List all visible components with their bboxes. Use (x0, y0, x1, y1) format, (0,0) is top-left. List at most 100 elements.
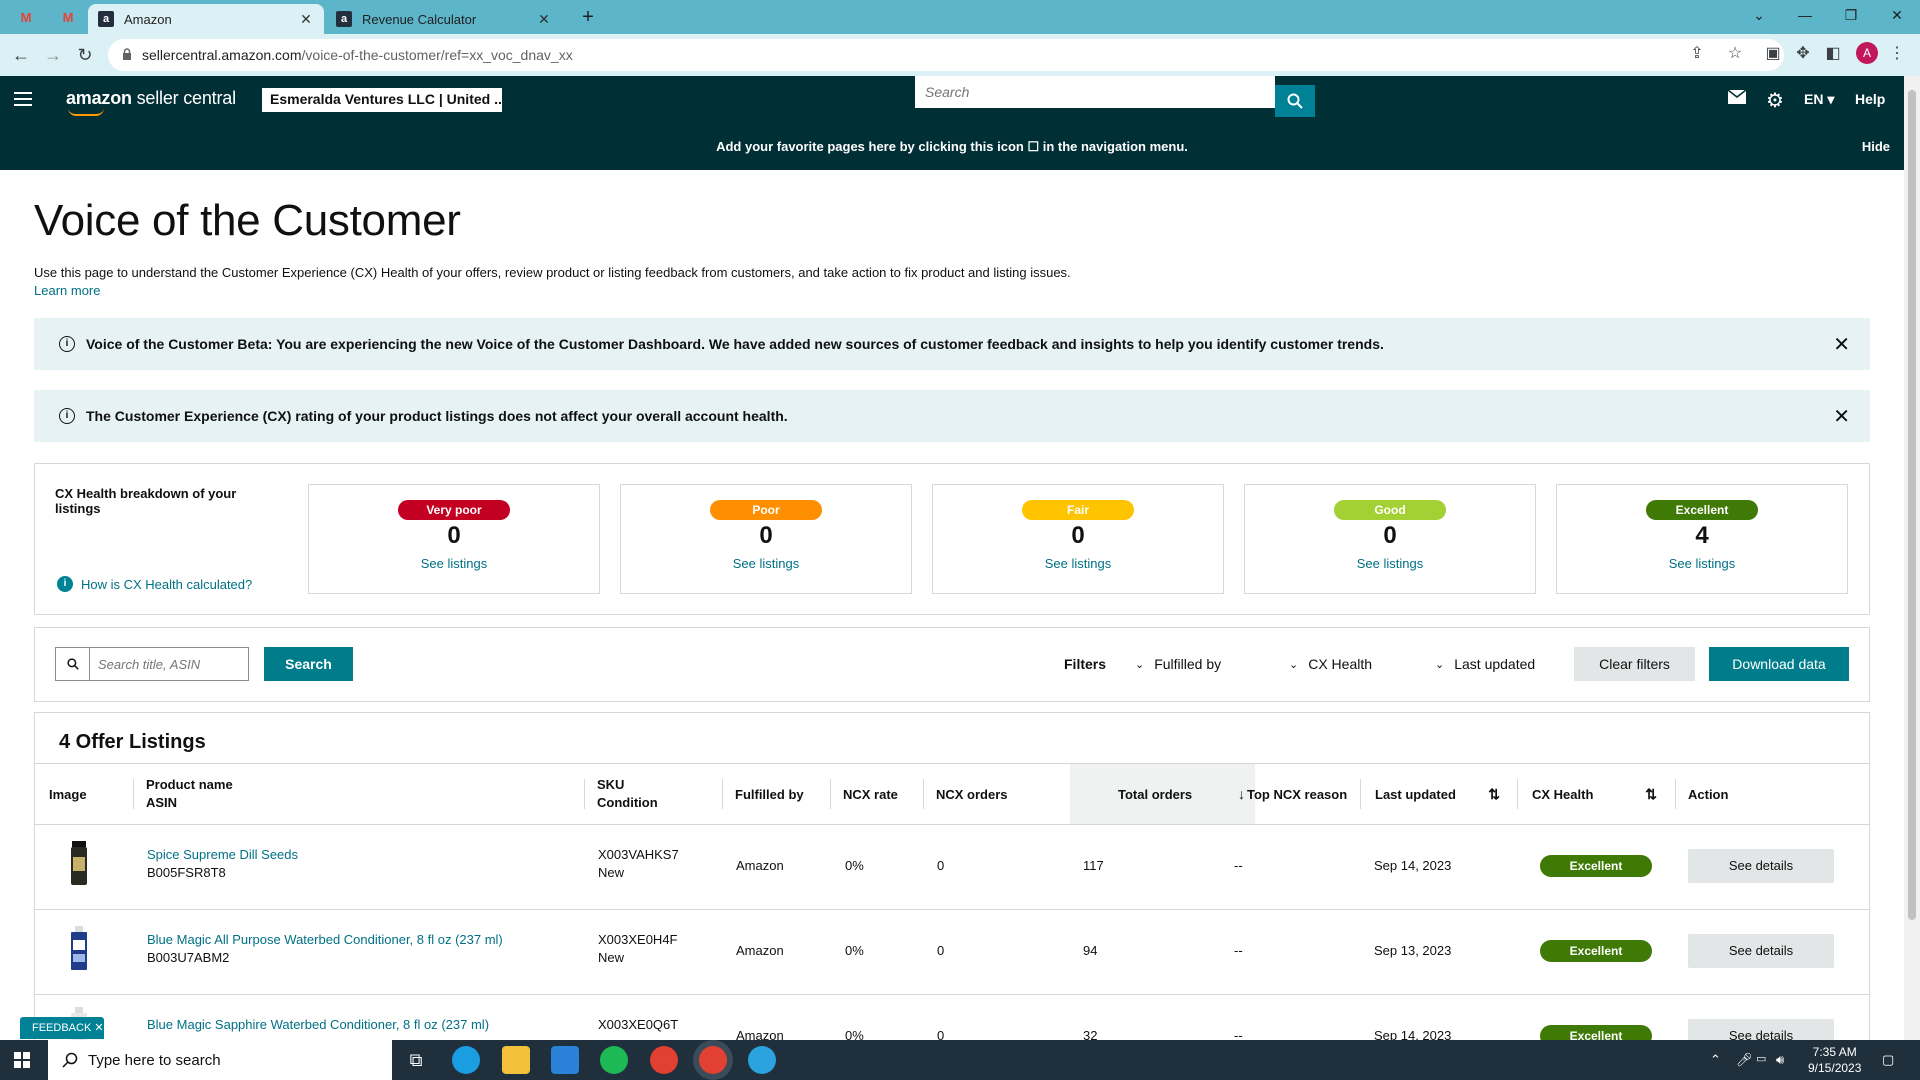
extension-off-icon[interactable]: ▣ (1762, 43, 1784, 65)
fulfilled-by-dropdown[interactable]: ⌄ Fulfilled by (1135, 656, 1221, 672)
cx-count: 0 (1383, 522, 1397, 549)
telegram-icon[interactable] (748, 1046, 776, 1074)
hamburger-menu-icon[interactable] (14, 92, 32, 106)
close-window-button[interactable]: ✕ (1874, 0, 1920, 32)
amazon-favicon-icon: a (336, 11, 352, 27)
close-icon[interactable]: ✕ (1833, 404, 1850, 429)
back-arrow-icon[interactable]: ← (10, 44, 32, 66)
product-image[interactable] (69, 841, 89, 885)
maximize-button[interactable]: ❐ (1828, 0, 1874, 32)
cx-card-fair: Fair 0 See listings (932, 484, 1224, 594)
see-listings-link[interactable]: See listings (1245, 556, 1535, 571)
network-icon[interactable]: ▭ (1756, 1052, 1766, 1065)
spotify-icon[interactable] (600, 1046, 628, 1074)
cx-card-excellent: Excellent 4 See listings (1556, 484, 1848, 594)
column-fulfilled-by: Fulfilled by (722, 779, 804, 809)
notifications-icon[interactable]: ▢ (1882, 1052, 1894, 1068)
seller-central-header: amazon seller central Esmeralda Ventures… (0, 76, 1904, 124)
column-total-orders[interactable]: Total orders ↓ (1070, 764, 1255, 824)
windows-start-icon[interactable] (14, 1052, 30, 1068)
microphone-icon[interactable]: 🎤︎ (1736, 1052, 1753, 1068)
product-name-link[interactable]: Spice Supreme Dill Seeds (147, 847, 298, 862)
tab-search-icon[interactable]: ⌄ (1736, 0, 1782, 32)
tab-amazon[interactable]: a Amazon ✕ (88, 4, 324, 34)
clear-filters-button[interactable]: Clear filters (1574, 647, 1695, 681)
column-cx-health[interactable]: CX Health ⇅ (1517, 779, 1667, 809)
info-icon: i (59, 408, 75, 424)
sort-icon[interactable]: ⇅ (1645, 786, 1657, 803)
profile-avatar[interactable]: A (1856, 42, 1878, 64)
page-scrollbar[interactable] (1904, 76, 1920, 1040)
see-listings-link[interactable]: See listings (1557, 556, 1847, 571)
gear-icon[interactable]: ⚙ (1766, 88, 1784, 113)
chrome-icon[interactable] (650, 1046, 678, 1074)
account-selector[interactable]: Esmeralda Ventures LLC | United ... (262, 88, 502, 112)
close-tab-icon[interactable]: ✕ (298, 11, 314, 28)
offer-listings-table: 4 Offer Listings Image Product name ASIN … (34, 712, 1870, 1052)
side-panel-icon[interactable]: ◧ (1822, 43, 1844, 65)
ncx-rate: 0% (845, 858, 864, 873)
tab-revenue-calculator[interactable]: a Revenue Calculator ✕ (326, 4, 562, 34)
cx-badge: Excellent (1646, 500, 1758, 520)
reload-icon[interactable]: ↻ (74, 44, 96, 66)
search-button[interactable]: Search (264, 647, 353, 681)
edge-browser-icon[interactable] (452, 1046, 480, 1074)
cx-count: 0 (759, 522, 773, 549)
last-updated-dropdown[interactable]: ⌄ Last updated (1435, 656, 1535, 672)
cx-health-dropdown[interactable]: ⌄ CX Health (1289, 656, 1372, 672)
column-sku: SKU Condition (584, 777, 658, 810)
address-bar[interactable]: sellercentral.amazon.com/voice-of-the-cu… (108, 39, 1784, 71)
system-clock[interactable]: 7:35 AM 9/15/2023 (1808, 1044, 1861, 1076)
feedback-button[interactable]: FEEDBACK ✕ (20, 1017, 104, 1039)
product-name-link[interactable]: Blue Magic All Purpose Waterbed Conditio… (147, 932, 503, 947)
forward-arrow-icon[interactable]: → (42, 44, 64, 66)
mail-icon[interactable] (1727, 89, 1747, 109)
see-listings-link[interactable]: See listings (621, 556, 911, 571)
column-action: Action (1675, 779, 1728, 809)
hide-favorites-button[interactable]: Hide (1862, 139, 1890, 154)
share-icon[interactable]: ⇪ (1686, 43, 1708, 65)
gmail-pinned-tab[interactable]: M (14, 5, 38, 29)
table-title: 4 Offer Listings (59, 731, 206, 753)
info-icon: i (57, 576, 73, 592)
asin: B003U7ABM2 (147, 950, 230, 965)
cx-health-help-link[interactable]: i How is CX Health calculated? (57, 576, 252, 592)
microsoft-store-icon[interactable] (551, 1046, 579, 1074)
listing-search-input[interactable] (92, 648, 247, 680)
file-explorer-icon[interactable] (502, 1046, 530, 1074)
tray-chevron-icon[interactable]: ⌃ (1710, 1052, 1721, 1068)
close-icon[interactable]: ✕ (1833, 332, 1850, 357)
table-row: Spice Supreme Dill Seeds B005FSR8T8 X003… (35, 825, 1869, 910)
chrome-profile-icon[interactable] (699, 1046, 727, 1074)
product-image[interactable] (69, 924, 89, 972)
cx-badge: Good (1334, 500, 1446, 520)
see-listings-link[interactable]: See listings (309, 556, 599, 571)
lock-icon (123, 48, 131, 60)
bookmark-star-icon[interactable]: ☆ (1724, 43, 1746, 65)
tab-title: Revenue Calculator (362, 11, 477, 27)
extensions-puzzle-icon[interactable]: ✥ (1792, 43, 1814, 65)
browser-menu-icon[interactable]: ⋮ (1886, 43, 1908, 65)
see-details-button[interactable]: See details (1688, 849, 1834, 883)
header-search-input[interactable] (915, 76, 1275, 108)
sort-icon[interactable]: ⇅ (1488, 786, 1500, 803)
learn-more-link[interactable]: Learn more (34, 283, 100, 298)
see-details-button[interactable]: See details (1688, 934, 1834, 968)
volume-icon[interactable]: 🔊︎ (1776, 1052, 1784, 1068)
close-tab-icon[interactable]: ✕ (536, 11, 552, 28)
gmail-pinned-tab-2[interactable]: M (56, 5, 80, 29)
download-data-button[interactable]: Download data (1709, 647, 1849, 681)
taskbar-search[interactable]: Type here to search (48, 1040, 392, 1080)
see-listings-link[interactable]: See listings (933, 556, 1223, 571)
language-selector[interactable]: EN ▾ (1804, 91, 1834, 108)
help-link[interactable]: Help (1855, 91, 1885, 107)
header-search-button[interactable] (1275, 85, 1315, 117)
alert-text: Voice of the Customer Beta: You are expe… (86, 336, 1384, 352)
cx-card-poor: Poor 0 See listings (620, 484, 912, 594)
column-last-updated[interactable]: Last updated ⇅ (1360, 779, 1510, 809)
task-view-icon[interactable]: ⧉ (402, 1046, 430, 1074)
seller-central-logo[interactable]: amazon seller central (66, 88, 236, 116)
product-name-link[interactable]: Blue Magic Sapphire Waterbed Conditioner… (147, 1017, 489, 1032)
minimize-button[interactable]: — (1782, 0, 1828, 32)
new-tab-button[interactable]: + (576, 6, 600, 30)
